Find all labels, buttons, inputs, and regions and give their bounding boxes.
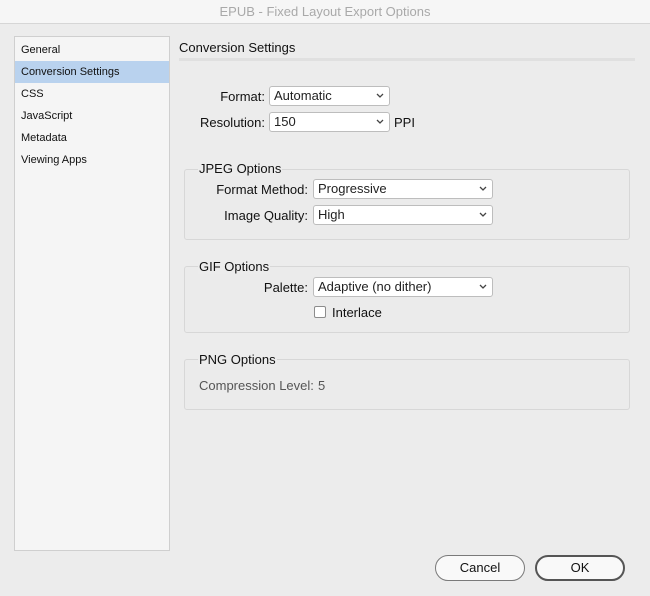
image-quality-select[interactable]: High (313, 205, 493, 225)
chevron-down-icon (376, 93, 384, 98)
chevron-down-icon (479, 186, 487, 191)
compression-level-value: 5 (318, 378, 326, 393)
format-method-value: Progressive (318, 181, 387, 196)
sidebar: General Conversion Settings CSS JavaScri… (14, 36, 170, 551)
jpeg-options-title: JPEG Options (198, 161, 283, 176)
palette-value: Adaptive (no dither) (318, 279, 432, 294)
image-quality-value: High (318, 207, 345, 222)
window-title: EPUB - Fixed Layout Export Options (0, 0, 650, 24)
interlace-label: Interlace (332, 305, 382, 320)
format-label: Format: (220, 89, 265, 104)
chevron-down-icon (479, 212, 487, 217)
palette-select[interactable]: Adaptive (no dither) (313, 277, 493, 297)
format-value: Automatic (274, 88, 332, 103)
format-method-select[interactable]: Progressive (313, 179, 493, 199)
format-method-label: Format Method: (216, 182, 308, 197)
compression-level-label: Compression Level: (199, 378, 314, 393)
heading-divider (179, 58, 635, 61)
chevron-down-icon (479, 284, 487, 289)
interlace-checkbox[interactable] (314, 306, 326, 318)
resolution-select[interactable]: 150 (269, 112, 390, 132)
gif-options-title: GIF Options (198, 259, 271, 274)
format-select[interactable]: Automatic (269, 86, 390, 106)
resolution-label: Resolution: (199, 115, 265, 130)
sidebar-item-metadata[interactable]: Metadata (15, 127, 169, 149)
sidebar-item-viewing-apps[interactable]: Viewing Apps (15, 149, 169, 171)
cancel-button[interactable]: Cancel (435, 555, 525, 581)
sidebar-item-javascript[interactable]: JavaScript (15, 105, 169, 127)
resolution-value: 150 (274, 114, 296, 129)
ok-button[interactable]: OK (535, 555, 625, 581)
sidebar-item-general[interactable]: General (15, 39, 169, 61)
chevron-down-icon (376, 119, 384, 124)
image-quality-label: Image Quality: (224, 208, 308, 223)
palette-label: Palette: (263, 280, 308, 295)
sidebar-item-conversion-settings[interactable]: Conversion Settings (15, 61, 169, 83)
sidebar-item-css[interactable]: CSS (15, 83, 169, 105)
page-title: Conversion Settings (179, 40, 296, 55)
resolution-unit: PPI (394, 115, 415, 130)
png-options-title: PNG Options (198, 352, 277, 367)
